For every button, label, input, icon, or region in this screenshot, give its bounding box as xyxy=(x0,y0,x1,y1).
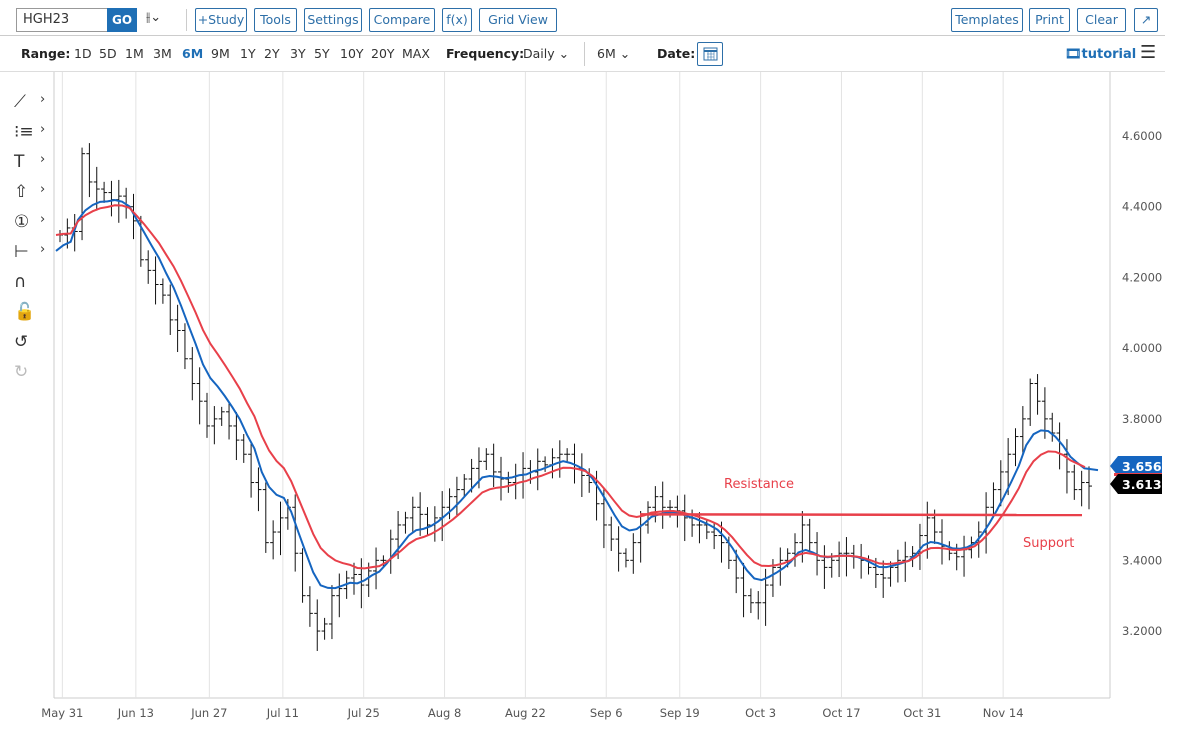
calendar-icon xyxy=(703,47,718,61)
resistance-label: Resistance xyxy=(724,477,794,492)
price-chart[interactable]: May 31 Jun 13 Jun 27 Jul 11 Jul 25 Aug 8 Aug 2… xyxy=(0,72,1197,743)
y-tick-label: 4.0000 xyxy=(1122,341,1162,355)
frequency-dropdown[interactable]: Daily ⌄ xyxy=(523,46,569,61)
last-price-tag: 3.6130 xyxy=(1110,474,1171,494)
go-button[interactable]: GO xyxy=(107,8,137,32)
x-tick-label: Jul 25 xyxy=(347,706,380,720)
frequency-label: Frequency: xyxy=(446,46,525,61)
range-option-10y[interactable]: 10Y xyxy=(340,46,364,61)
grid-view-button[interactable]: Grid View xyxy=(479,8,557,32)
support-label: Support xyxy=(1023,536,1074,551)
divider xyxy=(186,9,187,31)
x-tick-label: Nov 14 xyxy=(983,706,1024,720)
top-toolbar: HGH23 GO ⫲⌄ +Study Tools Settings Compar… xyxy=(0,0,1165,36)
range-option-2y[interactable]: 2Y xyxy=(264,46,280,61)
range-option-3m[interactable]: 3M xyxy=(153,46,172,61)
x-tick-label: Jun 13 xyxy=(117,706,154,720)
templates-button[interactable]: Templates xyxy=(951,8,1023,32)
tutorial-label: tutorial xyxy=(1081,47,1137,62)
range-label: Range: xyxy=(21,46,71,61)
expand-button[interactable]: ↗ xyxy=(1134,8,1158,32)
study-button[interactable]: +Study xyxy=(195,8,247,32)
clear-button[interactable]: Clear xyxy=(1077,8,1126,32)
x-tick-label: Aug 8 xyxy=(428,706,461,720)
fast-ma-price-tag-text: 3.6569 xyxy=(1122,459,1170,474)
date-label: Date: xyxy=(657,46,696,61)
film-icon: 🎞 xyxy=(1065,47,1082,62)
x-tick-label: May 31 xyxy=(41,706,83,720)
print-button[interactable]: Print xyxy=(1029,8,1070,32)
chart-type-dropdown[interactable]: ⫲⌄ xyxy=(146,10,161,25)
x-tick-label: Sep 19 xyxy=(660,706,700,720)
tutorial-link[interactable]: 🎞tutorial xyxy=(1065,47,1136,62)
range-option-1m[interactable]: 1M xyxy=(125,46,144,61)
compare-button[interactable]: Compare xyxy=(369,8,435,32)
range-option-6m[interactable]: 6M xyxy=(182,46,203,61)
range-option-5d[interactable]: 5D xyxy=(99,46,117,61)
fast-ma-line xyxy=(55,198,1086,590)
y-tick-label: 4.6000 xyxy=(1122,129,1162,143)
range-option-max[interactable]: MAX xyxy=(402,46,430,61)
range-option-1y[interactable]: 1Y xyxy=(240,46,256,61)
range-option-5y[interactable]: 5Y xyxy=(314,46,330,61)
divider xyxy=(584,42,585,66)
range-option-1d[interactable]: 1D xyxy=(74,46,92,61)
range-bar: Range: Frequency: Daily ⌄ 6M ⌄ Date: 1D 5… xyxy=(0,38,1165,72)
fast-ma-tail xyxy=(1084,467,1099,472)
x-tick-label: Aug 22 xyxy=(505,706,546,720)
frequency-value: Daily xyxy=(523,46,555,61)
last-price-tag-text: 3.6130 xyxy=(1122,477,1171,492)
x-tick-label: Oct 17 xyxy=(822,706,860,720)
y-tick-label: 4.2000 xyxy=(1122,270,1162,284)
range-option-3y[interactable]: 3Y xyxy=(290,46,306,61)
x-tick-label: Jul 11 xyxy=(266,706,299,720)
y-tick-label: 3.4000 xyxy=(1122,553,1162,567)
range-option-20y[interactable]: 20Y xyxy=(371,46,395,61)
calendar-button[interactable] xyxy=(697,42,723,66)
x-tick-label: Jun 27 xyxy=(190,706,227,720)
period-dropdown[interactable]: 6M ⌄ xyxy=(597,46,630,61)
y-tick-label: 3.2000 xyxy=(1122,624,1162,638)
x-tick-label: Oct 31 xyxy=(903,706,941,720)
symbol-input[interactable]: HGH23 xyxy=(16,8,108,32)
menu-icon[interactable]: ☰ xyxy=(1140,42,1156,63)
resistance-line xyxy=(639,513,1083,517)
x-tick-label: Oct 3 xyxy=(745,706,776,720)
range-option-9m[interactable]: 9M xyxy=(211,46,230,61)
tools-button[interactable]: Tools xyxy=(254,8,297,32)
y-tick-label: 3.8000 xyxy=(1122,412,1162,426)
settings-button[interactable]: Settings xyxy=(304,8,362,32)
period-value: 6M xyxy=(597,46,616,61)
y-tick-label: 4.4000 xyxy=(1122,200,1162,214)
x-tick-label: Sep 6 xyxy=(590,706,623,720)
function-button[interactable]: f(x) xyxy=(442,8,472,32)
